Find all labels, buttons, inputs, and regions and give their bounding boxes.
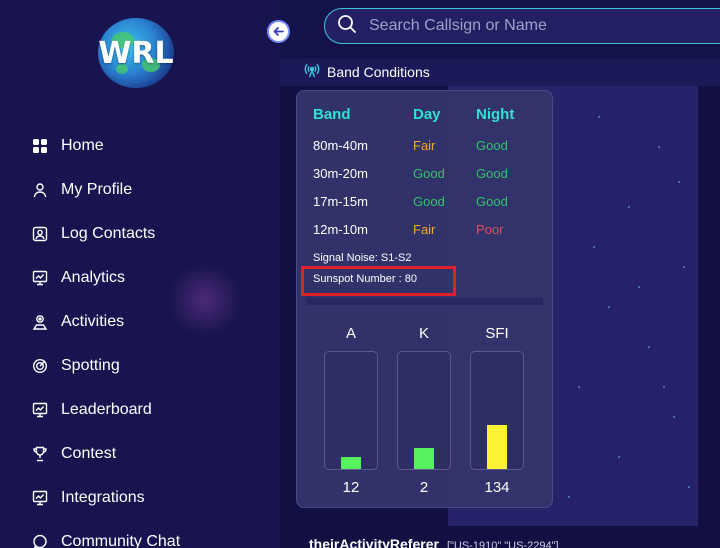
star-dot bbox=[683, 266, 685, 268]
signal-noise-text: Signal Noise: S1-S2 bbox=[313, 252, 412, 264]
night-condition-cell: Good bbox=[476, 194, 508, 209]
column-header-band: Band bbox=[313, 106, 351, 123]
band-cell: 80m-40m bbox=[313, 138, 368, 153]
sidebar-nav: Home My Profile Log Contacts Analytics A… bbox=[30, 124, 180, 548]
sidebar-item-label: Spotting bbox=[61, 357, 120, 374]
star-dot bbox=[628, 206, 630, 208]
sidebar-item-home[interactable]: Home bbox=[30, 124, 180, 168]
logo-text: WRL bbox=[98, 35, 174, 71]
sidebar-item-leaderboard[interactable]: Leaderboard bbox=[30, 388, 180, 432]
sidebar-item-my-profile[interactable]: My Profile bbox=[30, 168, 180, 212]
sidebar-item-label: Home bbox=[61, 137, 104, 154]
user-icon bbox=[30, 180, 50, 200]
board-icon bbox=[30, 400, 50, 420]
trophy-icon bbox=[30, 444, 50, 464]
sidebar-item-label: Contest bbox=[61, 445, 117, 462]
star-dot bbox=[618, 456, 620, 458]
day-condition-cell: Good bbox=[413, 166, 445, 181]
section-title: Band Conditions bbox=[327, 64, 430, 80]
sidebar-item-log-contacts[interactable]: Log Contacts bbox=[30, 212, 180, 256]
day-condition-cell: Good bbox=[413, 194, 445, 209]
contact-card-icon bbox=[30, 224, 50, 244]
grid-icon bbox=[30, 136, 50, 156]
search-input[interactable] bbox=[369, 17, 709, 35]
sidebar-item-integrations[interactable]: Integrations bbox=[30, 476, 180, 520]
meter-value: 2 bbox=[419, 479, 429, 496]
chat-icon bbox=[30, 532, 50, 548]
search-bar[interactable] bbox=[324, 8, 720, 44]
wrl-logo[interactable]: WRL bbox=[98, 18, 174, 88]
meter-value: 134 bbox=[484, 479, 510, 496]
sidebar-item-label: Community Chat bbox=[61, 533, 181, 548]
night-condition-cell: Poor bbox=[476, 222, 504, 237]
sidebar: WRL Home My Profile Log Contacts Analyti… bbox=[0, 0, 280, 548]
sidebar-item-analytics[interactable]: Analytics bbox=[30, 256, 180, 300]
search-icon bbox=[337, 14, 357, 39]
activity-referer-row: theirActivityReferer ["US-1910" "US-2294"… bbox=[309, 536, 559, 548]
night-condition-cell: Good bbox=[476, 138, 508, 153]
collapse-sidebar-button[interactable] bbox=[267, 20, 290, 43]
activity-icon bbox=[30, 312, 50, 332]
target-icon bbox=[30, 356, 50, 376]
sidebar-item-contest[interactable]: Contest bbox=[30, 432, 180, 476]
band-conditions-header: Band Conditions bbox=[280, 58, 720, 86]
star-dot bbox=[638, 286, 640, 288]
day-condition-cell: Fair bbox=[413, 138, 436, 153]
card-divider bbox=[306, 298, 543, 305]
star-dot bbox=[648, 346, 650, 348]
integration-icon bbox=[30, 488, 50, 508]
star-dot bbox=[598, 116, 600, 118]
sidebar-item-community-chat[interactable]: Community Chat bbox=[30, 520, 180, 548]
meter-bar-track bbox=[324, 351, 378, 470]
activity-referer-title: theirActivityReferer bbox=[309, 536, 439, 548]
band-cell: 30m-20m bbox=[313, 166, 368, 181]
meter-label: A bbox=[345, 325, 356, 342]
sidebar-item-label: Activities bbox=[61, 313, 125, 330]
arrow-left-icon bbox=[273, 27, 284, 36]
day-condition-cell: Fair bbox=[413, 222, 436, 237]
star-dot bbox=[608, 306, 610, 308]
meter-label: SFI bbox=[485, 325, 509, 342]
sidebar-item-activities[interactable]: Activities bbox=[30, 300, 180, 344]
sidebar-item-spotting[interactable]: Spotting bbox=[30, 344, 180, 388]
star-dot bbox=[593, 246, 595, 248]
sidebar-item-label: Log Contacts bbox=[61, 225, 156, 242]
activity-referer-tags: ["US-1910" "US-2294"] bbox=[446, 540, 559, 548]
meter-bar-fill bbox=[414, 448, 434, 469]
sidebar-item-label: Integrations bbox=[61, 489, 145, 506]
star-dot bbox=[663, 386, 665, 388]
band-cell: 12m-10m bbox=[313, 222, 368, 237]
star-dot bbox=[568, 496, 570, 498]
star-dot bbox=[658, 146, 660, 148]
chart-board-icon bbox=[30, 268, 50, 288]
meter-bar-fill bbox=[487, 425, 507, 469]
sidebar-item-label: Analytics bbox=[61, 269, 126, 286]
star-dot bbox=[673, 416, 675, 418]
sidebar-item-label: Leaderboard bbox=[61, 401, 152, 418]
star-dot bbox=[678, 181, 680, 183]
meter-bar-fill bbox=[341, 457, 361, 469]
star-dot bbox=[688, 486, 690, 488]
meter-bar-track bbox=[470, 351, 524, 470]
meter-value: 12 bbox=[342, 479, 360, 496]
band-cell: 17m-15m bbox=[313, 194, 368, 209]
column-header-day: Day bbox=[413, 106, 441, 123]
sidebar-item-label: My Profile bbox=[61, 181, 133, 198]
column-header-night: Night bbox=[476, 106, 515, 123]
night-condition-cell: Good bbox=[476, 166, 508, 181]
sunspot-highlight-box bbox=[301, 266, 456, 296]
broadcast-icon bbox=[304, 62, 320, 83]
meter-label: K bbox=[418, 325, 429, 342]
star-dot bbox=[578, 386, 580, 388]
meter-bar-track bbox=[397, 351, 451, 470]
